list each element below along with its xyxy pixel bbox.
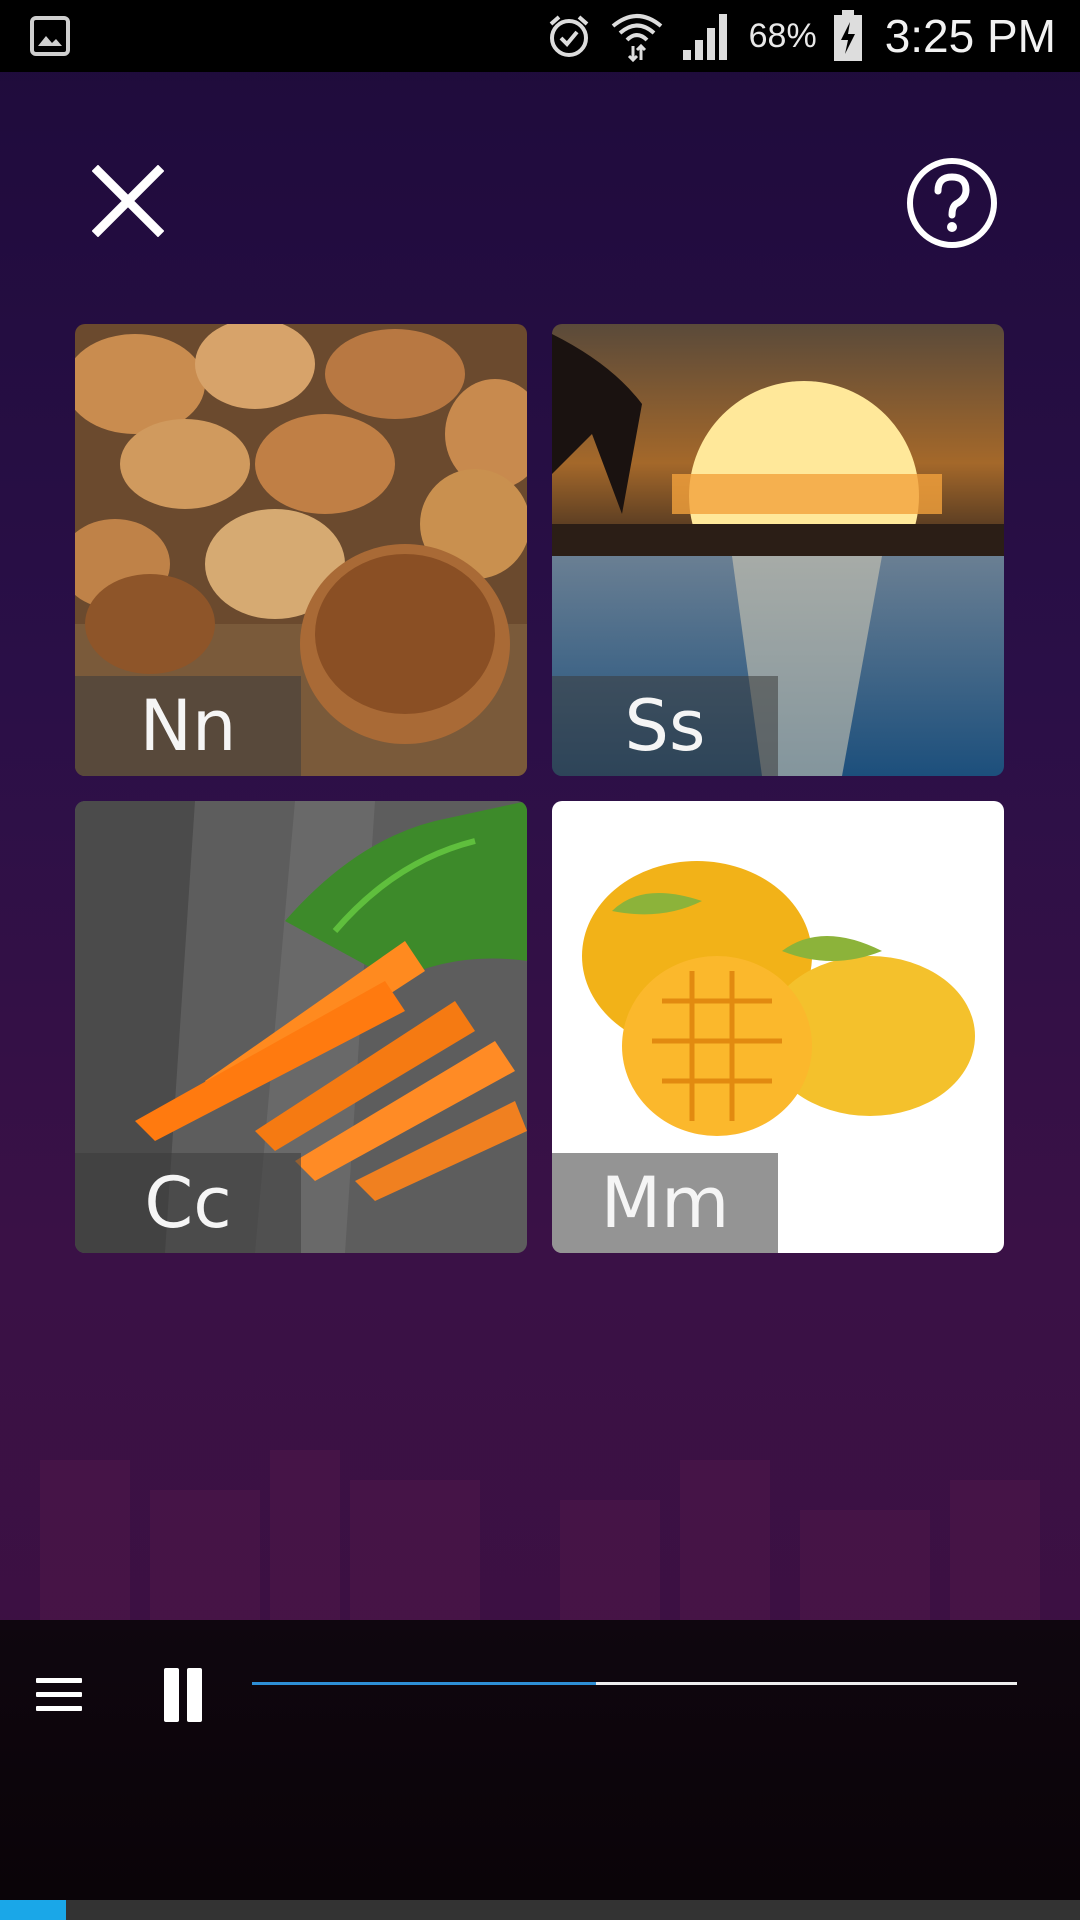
close-icon xyxy=(91,164,165,238)
pause-button[interactable] xyxy=(160,1668,206,1722)
card-mangoes[interactable]: Mm xyxy=(552,801,1004,1253)
alarm-icon xyxy=(549,15,588,57)
status-icons: 68% 3:25 PM xyxy=(545,0,1056,72)
close-button[interactable] xyxy=(91,164,165,238)
card-carrots[interactable]: Cc xyxy=(75,801,527,1253)
card-label: Ss xyxy=(552,676,778,776)
menu-icon xyxy=(36,1678,82,1711)
card-sunset[interactable]: Ss xyxy=(552,324,1004,776)
player-bar xyxy=(0,1620,1080,1900)
loading-strip xyxy=(0,1900,1080,1920)
help-icon xyxy=(907,158,997,248)
progress-fill xyxy=(252,1682,597,1685)
help-button[interactable] xyxy=(904,155,1000,251)
status-clock: 3:25 PM xyxy=(884,10,1056,62)
card-nuts[interactable]: Nn xyxy=(75,324,527,776)
menu-button[interactable] xyxy=(36,1678,82,1714)
card-label: Cc xyxy=(75,1153,301,1253)
status-bar: 68% 3:25 PM xyxy=(0,0,1080,72)
gallery-icon xyxy=(30,16,70,56)
battery-percent: 68% xyxy=(748,16,817,55)
loading-strip-fill xyxy=(0,1900,66,1920)
progress-slider[interactable] xyxy=(252,1682,1017,1685)
card-label: Nn xyxy=(75,676,301,776)
background-skyline xyxy=(40,1450,1040,1620)
card-label: Mm xyxy=(552,1153,778,1253)
signal-icon xyxy=(682,14,727,60)
battery-charging-icon xyxy=(833,10,862,61)
wifi-icon xyxy=(611,14,662,63)
